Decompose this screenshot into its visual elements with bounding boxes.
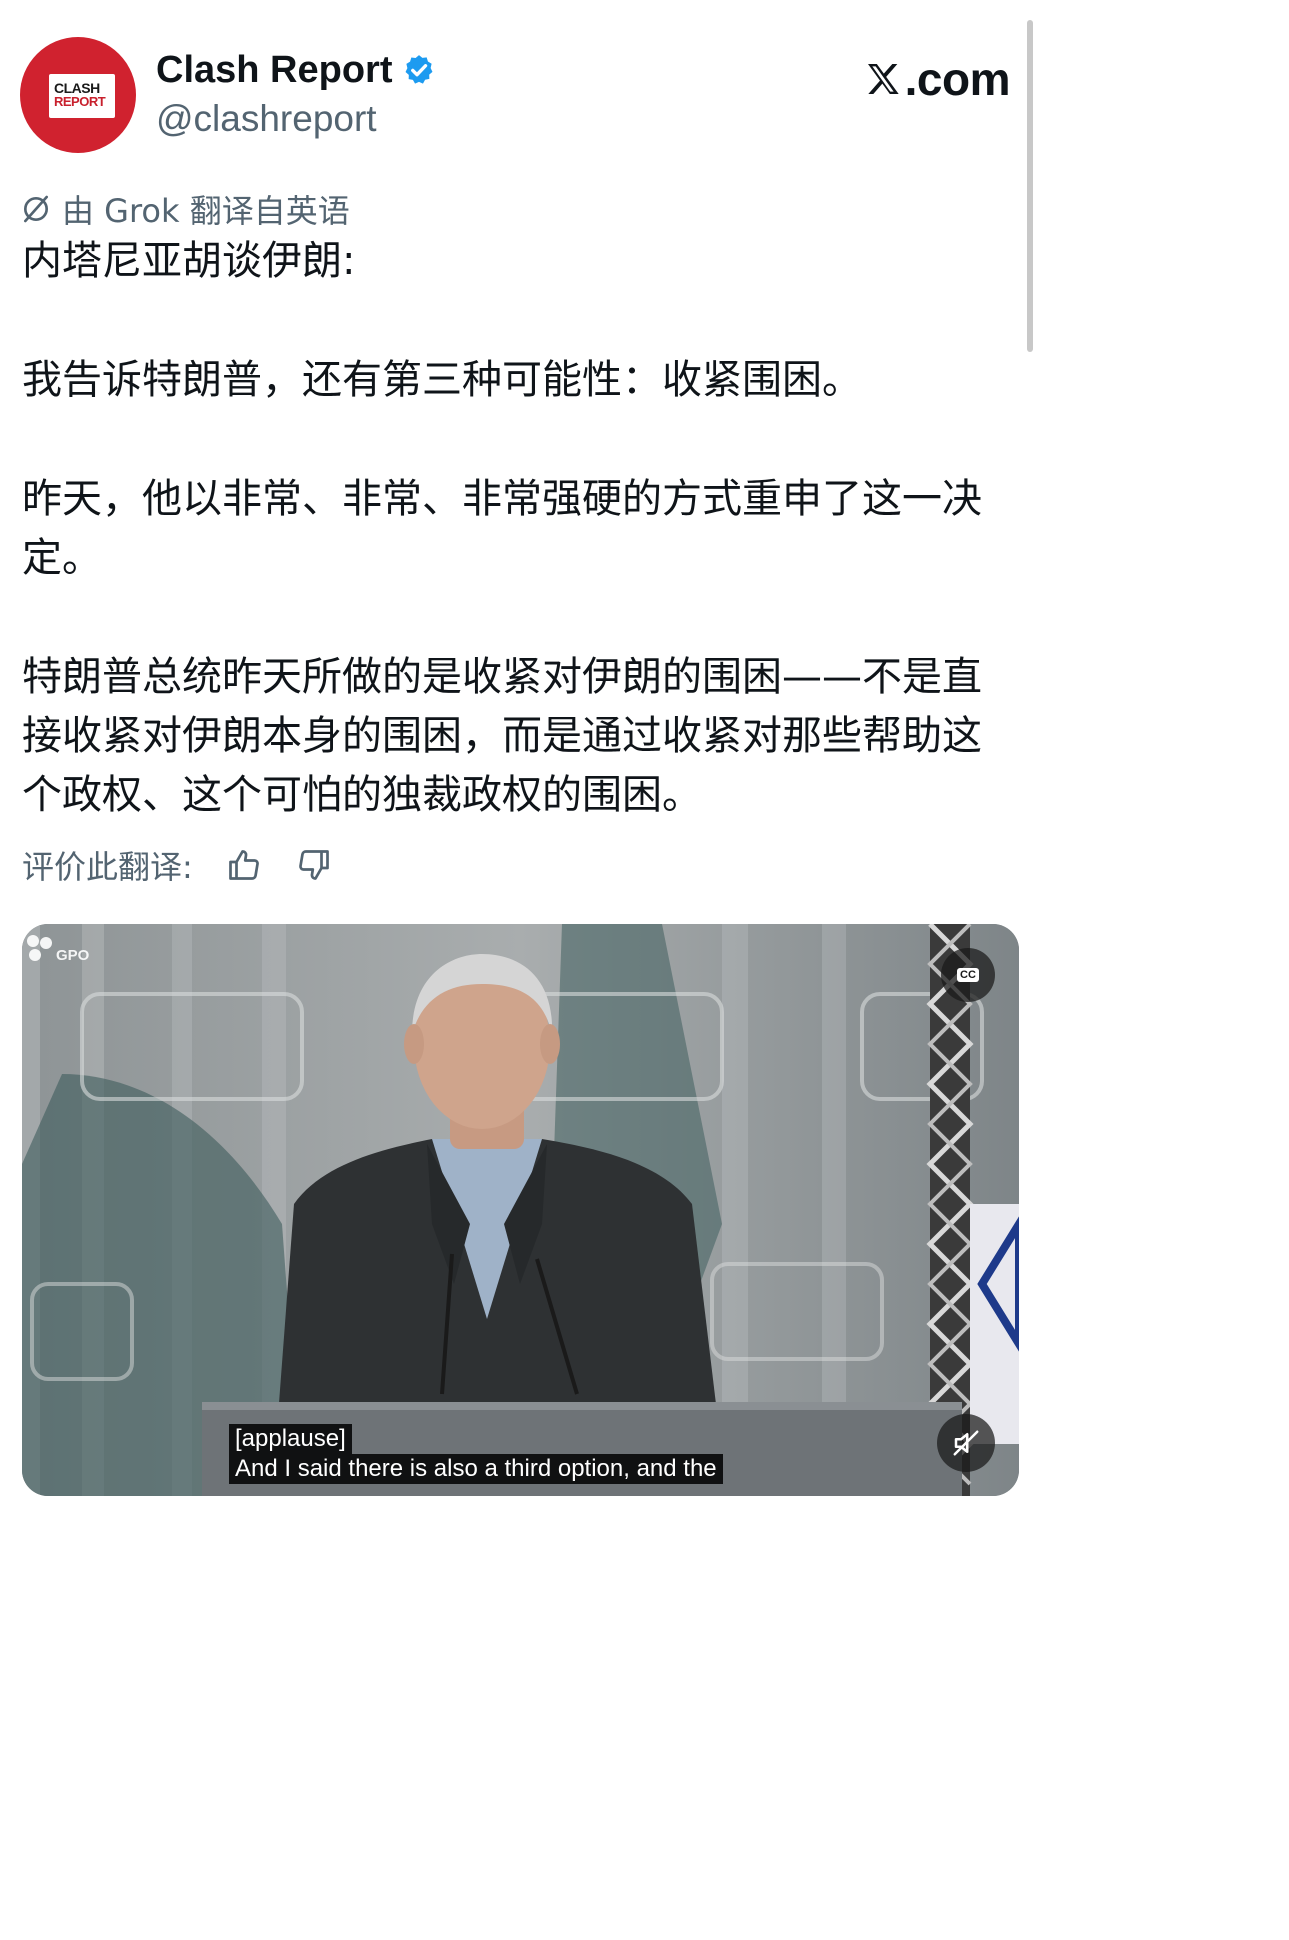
x-logo-icon [867,64,899,94]
post-header: CLASH REPORT Clash Report @clashreport .… [20,36,1011,156]
subtitle-line: [applause] [229,1424,352,1454]
video-subtitles: [applause] And I said there is also a th… [229,1424,723,1484]
thumbs-down-icon [298,850,329,880]
thumbs-up-button[interactable] [225,846,263,884]
rate-translation-label: 评价此翻译: [22,848,193,886]
video-frame [22,924,1019,1496]
account-handle[interactable]: @clashreport [156,98,377,140]
brand-domain: .com [904,53,1011,105]
mute-button[interactable] [937,1414,995,1472]
tweet-paragraph: 我告诉特朗普，还有第三种可能性：收紧围困。 [22,357,862,403]
tweet-paragraph: 特朗普总统昨天所做的是收紧对伊朗的围困——不是直接收紧对伊朗本身的围困，而是通过… [22,654,982,818]
thumbs-down-button[interactable] [295,846,333,884]
avatar[interactable]: CLASH REPORT [20,37,136,153]
account-name[interactable]: Clash Report [156,49,392,92]
translation-notice[interactable]: 由 Grok 翻译自英语 [20,186,350,232]
tweet-paragraph: 昨天，他以非常、非常、非常强硬的方式重申了这一决定。 [22,476,982,581]
gpo-logo-icon [27,935,52,961]
translate-icon [24,195,48,223]
subtitle-line: And I said there is also a third option,… [229,1454,723,1484]
muted-speaker-icon [953,1430,979,1456]
captions-button[interactable]: CC [941,948,995,1002]
verified-badge-icon [406,55,433,84]
gpo-watermark-text: GPO [56,947,90,964]
name-row: Clash Report [156,48,436,92]
tweet-paragraph: 内塔尼亚胡谈伊朗: [22,238,356,284]
x-brand-logo: .com [863,52,1011,106]
tweet-text: 内塔尼亚胡谈伊朗: 我告诉特朗普，还有第三种可能性：收紧围困。 昨天，他以非常、… [22,232,1012,825]
gpo-watermark: GPO [24,932,89,964]
thumbs-up-icon [228,850,259,880]
scrollbar[interactable] [1027,20,1033,352]
translation-notice-text: 由 Grok 翻译自英语 [62,192,350,230]
rate-translation: 评价此翻译: [22,840,333,890]
cc-icon: CC [957,968,979,982]
video-player[interactable]: GPO CC [applause] And I said there is al… [22,924,1019,1496]
avatar-logo-line2: REPORT [54,94,106,109]
